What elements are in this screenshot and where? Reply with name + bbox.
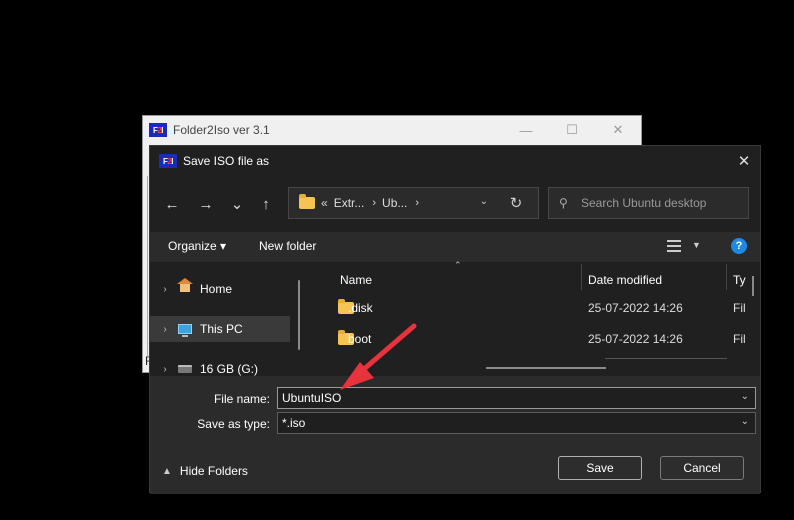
forward-button[interactable]: → (196, 194, 216, 214)
save-as-type-select[interactable]: ⌄ (277, 412, 756, 434)
file-name-label: File name: (213, 392, 270, 406)
chevron-right-icon[interactable]: › (415, 197, 419, 209)
up-button[interactable]: ↑ (256, 194, 276, 214)
file-name: .disk (348, 301, 373, 315)
save-options-panel: File name: ⌄ Save as type: ⌄ ▲ Hide Fold… (150, 376, 760, 494)
file-list-horizontal-scrollbar[interactable] (486, 367, 606, 369)
help-icon[interactable]: ? (731, 238, 747, 254)
nav-item-label: Home (200, 282, 233, 296)
navigation-bar: ← → ⌄ ↑ « Extr... › Ub... › ⌄ ↻ ⚲ (150, 186, 760, 222)
cancel-button[interactable]: Cancel (660, 456, 744, 480)
breadcrumb-ubuntu[interactable]: Ub... (382, 196, 407, 210)
chevron-right-icon[interactable]: › (154, 364, 176, 375)
sort-ascending-icon: ⌃ (454, 260, 462, 270)
maximize-button[interactable]: ☐ (549, 116, 595, 144)
nav-item-label: 16 GB (G:) (200, 362, 259, 376)
minimize-button[interactable]: — (503, 116, 549, 144)
toolbar: Organize ▾ New folder ▼ ? (150, 232, 760, 262)
organize-menu[interactable]: Organize ▾ (168, 239, 226, 253)
folder2iso-logo-icon: F2I (149, 123, 167, 137)
nav-item-this-pc[interactable]: › This PC (150, 316, 290, 342)
search-icon: ⚲ (559, 196, 568, 210)
new-folder-button[interactable]: New folder (259, 239, 316, 253)
refresh-button[interactable]: ↻ (500, 187, 532, 219)
chevron-down-icon[interactable]: ⌄ (741, 391, 749, 402)
address-dropdown-icon[interactable]: ⌄ (480, 196, 488, 207)
column-divider[interactable] (726, 264, 727, 290)
breadcrumb-extract[interactable]: Extr... (334, 196, 365, 210)
chevron-down-icon[interactable]: ▼ (692, 240, 701, 250)
column-header-date[interactable]: Date modified (588, 268, 662, 292)
chevron-down-icon[interactable]: ⌄ (741, 416, 749, 427)
dialog-titlebar[interactable]: F2I Save ISO file as (150, 146, 760, 176)
breadcrumb-overflow[interactable]: « (321, 196, 328, 210)
file-date: 25-07-2022 14:26 (588, 301, 683, 315)
dialog-close-button[interactable]: ✕ (728, 146, 760, 176)
computer-icon (178, 324, 192, 337)
drive-icon (178, 365, 192, 373)
file-type: Fil (733, 301, 746, 315)
folder2iso-logo-icon: F2I (159, 154, 177, 168)
save-button[interactable]: Save (558, 456, 642, 480)
file-date: 25-07-2022 14:26 (588, 332, 683, 346)
annotation-arrow-icon (340, 323, 417, 390)
column-divider[interactable] (581, 264, 582, 290)
recent-locations-button[interactable]: ⌄ (227, 194, 247, 214)
hide-folders-label: Hide Folders (179, 464, 248, 478)
view-options-icon[interactable] (667, 240, 681, 252)
folder-icon (299, 194, 315, 209)
folder2iso-title: Folder2Iso ver 3.1 (173, 123, 270, 137)
nav-item-home[interactable]: › Home (150, 276, 290, 302)
column-header-name[interactable]: Name (340, 268, 372, 292)
home-icon (177, 278, 193, 295)
hide-folders-button[interactable]: ▲ Hide Folders (162, 464, 248, 478)
save-as-type-label: Save as type: (197, 417, 270, 431)
file-list-vertical-scrollbar[interactable] (752, 276, 754, 296)
column-header-type[interactable]: Ty (733, 268, 746, 292)
chevron-right-icon: › (372, 197, 377, 209)
nav-pane-scrollbar[interactable] (298, 280, 300, 350)
nav-item-drive-g[interactable]: › 16 GB (G:) (150, 356, 290, 376)
chevron-right-icon[interactable]: › (154, 324, 176, 335)
save-dialog: F2I Save ISO file as ✕ ← → ⌄ ↑ « Extr...… (149, 145, 761, 494)
back-button[interactable]: ← (162, 194, 182, 214)
nav-item-label: This PC (200, 322, 243, 336)
file-type: Fil (733, 332, 746, 346)
save-as-type-value[interactable] (282, 416, 722, 430)
dialog-title: Save ISO file as (183, 154, 270, 168)
close-button[interactable]: ✕ (595, 116, 641, 144)
divider (605, 358, 727, 359)
search-box[interactable]: ⚲ (548, 187, 749, 219)
search-input[interactable] (579, 195, 743, 211)
chevron-right-icon[interactable]: › (154, 284, 176, 295)
chevron-up-icon: ▲ (162, 465, 172, 477)
navigation-pane: › Home › This PC › 16 GB (G:) (150, 262, 308, 376)
